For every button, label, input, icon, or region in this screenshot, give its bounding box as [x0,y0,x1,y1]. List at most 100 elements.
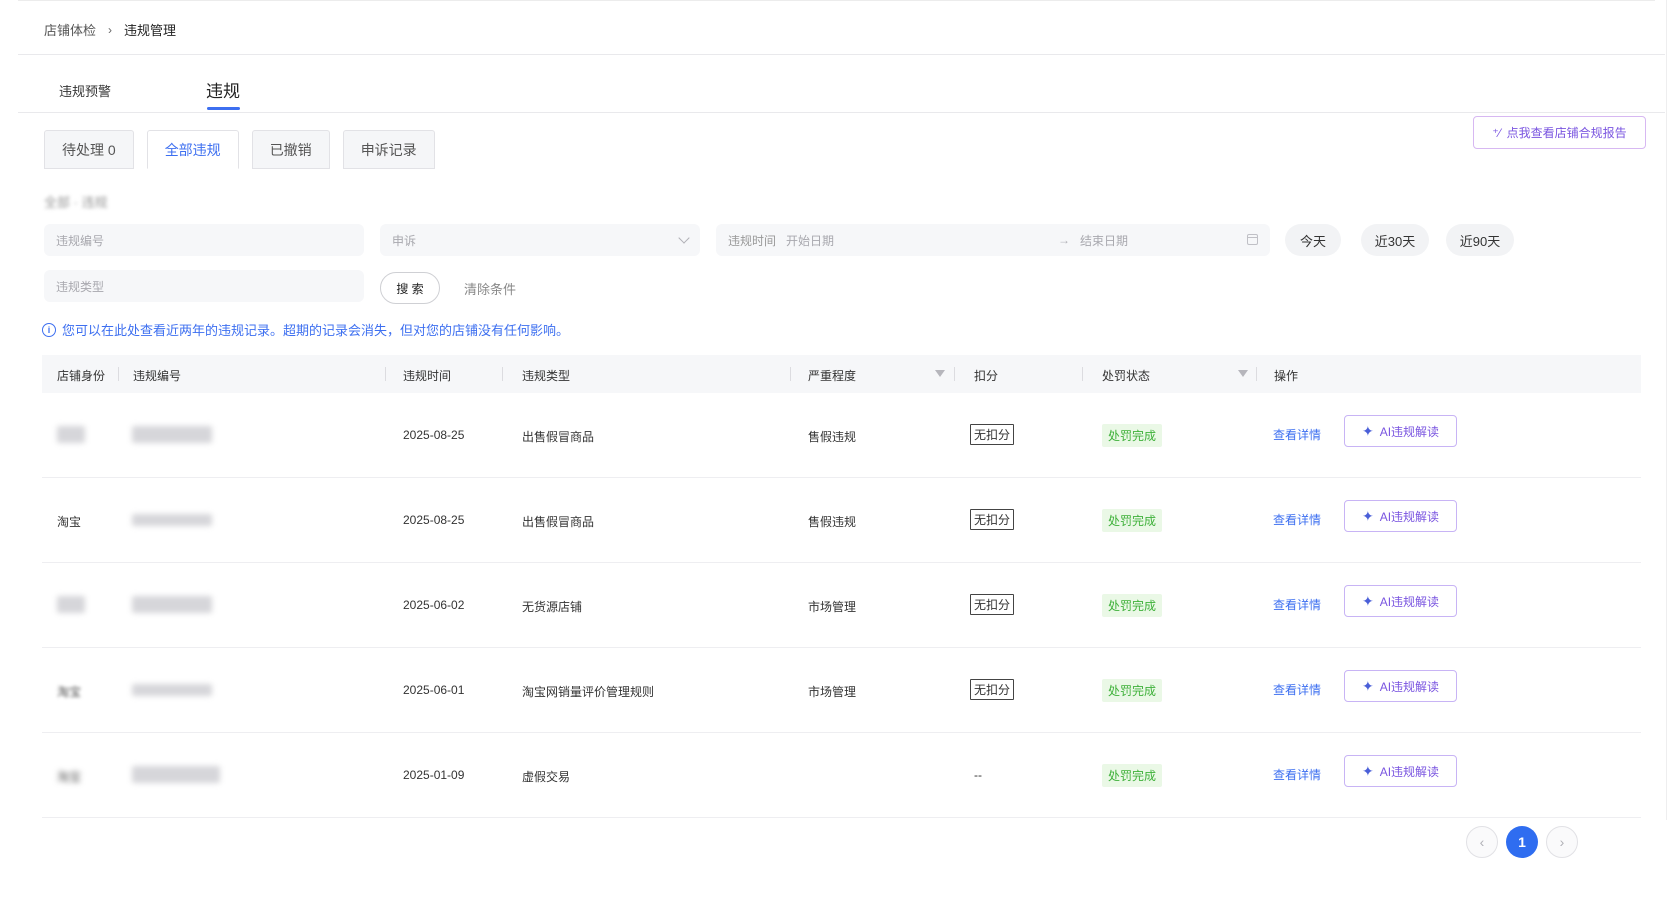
ai-explain-button[interactable]: ✦ AI违规解读 [1344,500,1457,532]
table-header: 店铺身份 违规编号 违规时间 违规类型 严重程度 扣分 处罚状态 操作 [42,355,1641,393]
view-details-link[interactable]: 查看详情 [1273,766,1321,783]
row-deduct: -- [974,768,982,782]
column-divider [954,367,955,381]
header-action: 操作 [1274,369,1299,383]
tab-appeal-records[interactable]: 申诉记录 [342,130,435,169]
top-divider [18,0,1655,1]
end-date-placeholder[interactable]: 结束日期 [1080,232,1128,249]
sparkle-icon: ✦ [1361,592,1374,609]
redacted-code [132,426,212,443]
status-badge: 处罚完成 [1102,764,1163,787]
filter-funnel-icon[interactable] [1238,370,1248,377]
table-row: 2025-06-02 无货源店铺 市场管理 无扣分 处罚完成 查看详情 ✦ AI… [42,563,1641,648]
ai-explain-button[interactable]: ✦ AI违规解读 [1344,670,1457,702]
view-details-link[interactable]: 查看详情 [1273,511,1321,528]
column-divider [790,367,791,381]
row-time: 2025-08-25 [403,513,465,527]
compliance-report-label: 点我查看店铺合规报告 [1506,126,1627,140]
notice-banner: i 您可以在此处查看近两年的违规记录。超期的记录会消失，但对您的店铺没有任何影响… [42,320,569,339]
row-time: 2025-08-25 [403,428,465,442]
ai-explain-button[interactable]: ✦ AI违规解读 [1344,755,1457,787]
chevron-down-icon [678,232,690,244]
sparkle-icon: ✦ [1361,762,1374,779]
calendar-icon [1247,234,1258,245]
sub-tab-bar: 待处理 0 全部违规 已撤销 申诉记录 [44,130,435,169]
deduct-badge: 无扣分 [970,594,1015,615]
row-severity: 市场管理 [808,600,857,614]
row-identity: 淘宝 [57,685,82,699]
range-30-days-button[interactable]: 近30天 [1361,224,1429,256]
header-severity: 严重程度 [808,369,857,383]
row-time: 2025-06-02 [403,598,465,612]
column-divider [385,367,386,381]
info-icon: i [42,322,56,337]
ai-explain-label: AI违规解读 [1379,424,1440,439]
violation-type-input[interactable]: 违规类型 [44,270,364,302]
column-divider [1256,367,1257,381]
breadcrumb: 店铺体检 › 违规管理 [44,20,176,39]
view-details-link[interactable]: 查看详情 [1273,426,1321,443]
clear-filters-button[interactable]: 清除条件 [464,279,516,298]
redacted-code [132,766,220,783]
header-type: 违规类型 [522,369,571,383]
compliance-report-button[interactable]: ⁺⁄ 点我查看店铺合规报告 [1473,116,1646,149]
row-type: 虚假交易 [522,770,571,784]
redacted-identity [57,596,85,613]
header-deduct: 扣分 [974,369,999,383]
row-time: 2025-01-09 [403,768,465,782]
redacted-identity [57,426,85,443]
row-identity: 淘宝 [57,515,82,529]
tab-pending[interactable]: 待处理 0 [44,130,134,169]
appeal-select[interactable]: 申诉 [380,224,700,256]
tab-violation[interactable]: 违规 [206,77,240,110]
view-details-link[interactable]: 查看详情 [1273,596,1321,613]
header-time: 违规时间 [403,369,452,383]
tab-revoked[interactable]: 已撤销 [251,130,330,169]
pagination-page-1[interactable]: 1 [1506,826,1538,858]
row-severity: 售假违规 [808,515,857,529]
violation-code-input[interactable]: 违规编号 [44,224,364,256]
table-row: 淘宝 2025-08-25 出售假冒商品 售假违规 无扣分 处罚完成 查看详情 … [42,478,1641,563]
ai-explain-button[interactable]: ✦ AI违规解读 [1344,415,1457,447]
row-type: 出售假冒商品 [522,430,595,444]
date-range-picker[interactable]: 违规时间 开始日期 → 结束日期 [716,224,1270,256]
violation-code-placeholder: 违规编号 [56,233,105,248]
view-details-link[interactable]: 查看详情 [1273,681,1321,698]
search-button[interactable]: 搜 索 [380,272,440,304]
start-date-placeholder[interactable]: 开始日期 [786,232,834,249]
status-badge: 处罚完成 [1102,424,1163,447]
pagination-next-button[interactable]: › [1546,826,1578,858]
filter-funnel-icon[interactable] [935,370,945,377]
deduct-badge: 无扣分 [970,424,1015,445]
column-divider [118,367,119,381]
redacted-code [132,514,212,526]
main-tab-bar: 违规预警 违规 [18,55,1665,113]
table-row: 淘宝 2025-01-09 虚假交易 -- 处罚完成 查看详情 ✦ AI违规解读 [42,733,1641,818]
violation-type-placeholder: 违规类型 [56,279,105,294]
tab-all-violations[interactable]: 全部违规 [146,130,239,169]
range-today-button[interactable]: 今天 [1285,224,1341,256]
column-divider [502,367,503,381]
ai-explain-button[interactable]: ✦ AI违规解读 [1344,585,1457,617]
notice-text: 您可以在此处查看近两年的违规记录。超期的记录会消失，但对您的店铺没有任何影响。 [62,323,570,338]
row-severity: 市场管理 [808,685,857,699]
pagination-prev-button[interactable]: ‹ [1466,826,1498,858]
header-status: 处罚状态 [1102,369,1151,383]
sparkle-icon: ✦ [1361,422,1374,439]
appeal-select-placeholder: 申诉 [392,233,417,248]
range-90-days-button[interactable]: 近90天 [1446,224,1514,256]
ai-explain-label: AI违规解读 [1379,764,1440,779]
date-range-label: 违规时间 [728,233,777,248]
breadcrumb-separator-icon: › [108,22,113,37]
sparkle-icon: ⁺⁄ [1492,125,1501,140]
header-identity: 店铺身份 [57,369,106,383]
scrollbar-track[interactable] [1666,0,1667,820]
breadcrumb-parent[interactable]: 店铺体检 [44,20,96,39]
sparkle-icon: ✦ [1361,507,1374,524]
sparkle-icon: ✦ [1361,677,1374,694]
column-divider [1082,367,1083,381]
tab-violation-warning[interactable]: 违规预警 [59,81,111,100]
table-row: 2025-08-25 出售假冒商品 售假违规 无扣分 处罚完成 查看详情 ✦ A… [42,393,1641,478]
deduct-badge: 无扣分 [970,679,1015,700]
table-row: 淘宝 2025-06-01 淘宝网销量评价管理规则 市场管理 无扣分 处罚完成 … [42,648,1641,733]
